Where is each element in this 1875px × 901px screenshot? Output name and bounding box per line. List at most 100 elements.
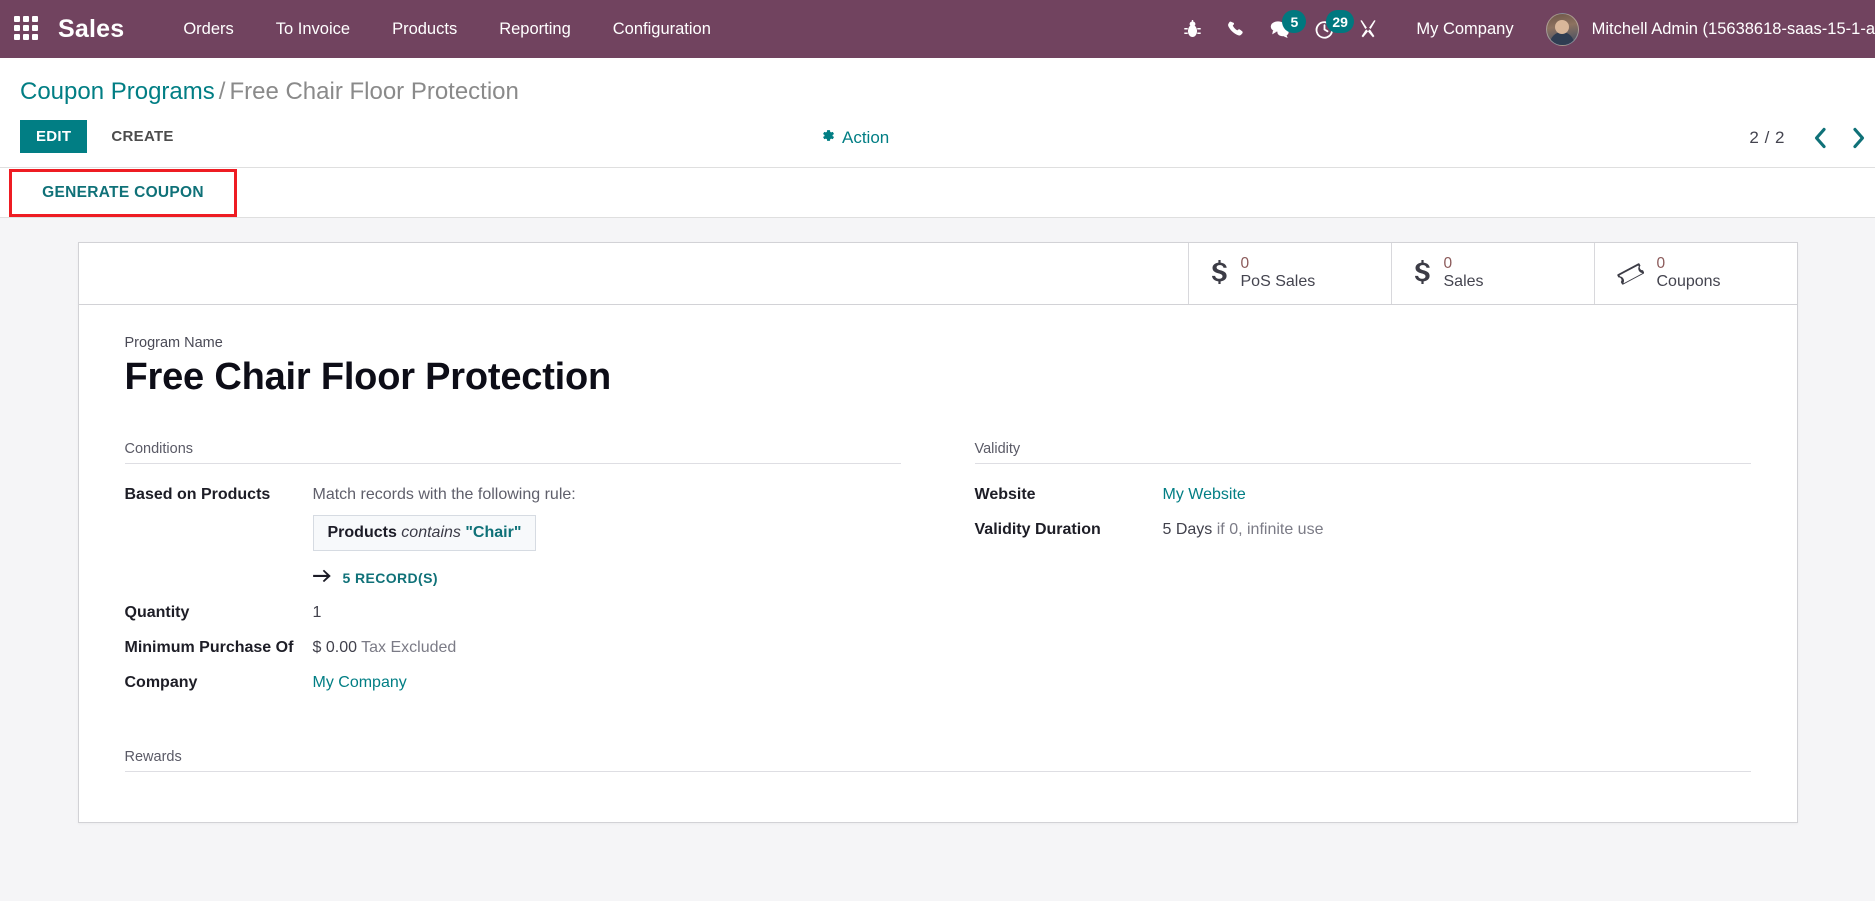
group-rewards: Rewards xyxy=(124,749,1751,773)
field-row-website: Website My Website xyxy=(975,480,1751,515)
systray: 5 29 My Company Mitchell Admin (15638618… xyxy=(1170,0,1875,58)
record-pager: 2 / 2 xyxy=(1749,121,1875,155)
website-label: Website xyxy=(974,486,1036,504)
validity-title: Validity xyxy=(974,441,1751,465)
menu-item-reporting[interactable]: Reporting xyxy=(478,0,592,58)
domain-operator: contains xyxy=(401,524,461,542)
domain-records-link[interactable]: 5 RECORD(S) xyxy=(312,569,901,587)
domain-rule-node[interactable]: Products contains "Chair" xyxy=(312,515,537,552)
avatar xyxy=(1545,12,1579,46)
minimum-purchase-label: Minimum Purchase Of xyxy=(124,639,294,657)
rewards-title: Rewards xyxy=(124,749,1751,773)
quantity-value[interactable]: 1 xyxy=(313,598,901,633)
breadcrumb: Coupon Programs / Free Chair Floor Protect… xyxy=(20,76,1855,108)
program-name-value[interactable]: Free Chair Floor Protection xyxy=(125,356,1751,399)
field-row-minimum-purchase: Minimum Purchase Of $ 0.00 Tax Excluded xyxy=(125,633,901,668)
stat-button-pos-sales[interactable]: 0 PoS Sales xyxy=(1187,243,1391,304)
activities-clock-icon[interactable]: 29 xyxy=(1302,0,1354,58)
form-buttons-row: EDIT CREATE Action 2 / 2 xyxy=(0,108,1875,167)
stat-label: Coupons xyxy=(1656,273,1721,291)
breadcrumb-row: Coupon Programs / Free Chair Floor Protect… xyxy=(0,58,1875,108)
based-on-products-label: Based on Products xyxy=(124,486,271,504)
top-navbar: Sales Orders To Invoice Products Reporti… xyxy=(0,0,1875,58)
validity-duration-value[interactable]: 5 Days if 0, infinite use xyxy=(1163,515,1751,550)
validity-duration-label: Validity Duration xyxy=(974,521,1101,539)
stat-value: 0 xyxy=(1656,254,1666,272)
breadcrumb-separator: / xyxy=(218,78,226,105)
minimum-purchase-value[interactable]: $ 0.00 Tax Excluded xyxy=(313,633,901,668)
bug-icon[interactable] xyxy=(1170,0,1214,58)
edit-button[interactable]: EDIT xyxy=(20,120,88,153)
menu-item-products[interactable]: Products xyxy=(371,0,478,58)
form-groups: Conditions Based on Products Match recor… xyxy=(124,441,1751,703)
based-on-products-value: Match records with the following rule: P… xyxy=(312,480,901,598)
conditions-fields: Based on Products Match records with the… xyxy=(125,480,901,703)
company-label: Company xyxy=(124,674,198,692)
arrow-right-icon xyxy=(312,569,332,587)
messages-icon[interactable]: 5 xyxy=(1258,0,1307,58)
domain-records-count: 5 RECORD(S) xyxy=(342,570,438,587)
minimum-purchase-suffix: Tax Excluded xyxy=(361,639,457,657)
generate-coupon-button[interactable]: GENERATE COUPON xyxy=(12,172,234,214)
group-conditions: Conditions Based on Products Match recor… xyxy=(124,441,901,703)
breadcrumb-current: Free Chair Floor Protection xyxy=(229,78,519,105)
action-menu-label: Action xyxy=(842,127,890,147)
stat-text: 0 Coupons xyxy=(1657,255,1721,292)
stat-label: PoS Sales xyxy=(1240,273,1316,291)
domain-field: Products xyxy=(327,524,397,542)
app-brand-sales[interactable]: Sales xyxy=(58,15,124,44)
ticket-icon xyxy=(1616,260,1644,287)
field-row-company: Company My Company xyxy=(125,668,901,703)
user-menu[interactable]: Mitchell Admin (15638618-saas-15-1-a xyxy=(1532,12,1875,46)
chevron-right-icon[interactable] xyxy=(1841,121,1875,155)
gear-icon xyxy=(820,128,835,148)
menu-item-orders[interactable]: Orders xyxy=(162,0,254,58)
dollar-icon xyxy=(1414,260,1431,287)
control-panel: Coupon Programs / Free Chair Floor Protect… xyxy=(0,58,1875,168)
stat-button-sales[interactable]: 0 Sales xyxy=(1390,243,1594,304)
tools-icon[interactable] xyxy=(1346,0,1390,58)
user-name: Mitchell Admin (15638618-saas-15-1-a xyxy=(1591,19,1875,38)
company-link[interactable]: My Company xyxy=(313,674,407,691)
create-button[interactable]: CREATE xyxy=(95,120,189,153)
phone-icon[interactable] xyxy=(1214,0,1258,58)
record-action-bar: GENERATE COUPON xyxy=(0,168,1875,218)
stat-value: 0 xyxy=(1443,254,1453,272)
menu-item-to-invoice[interactable]: To Invoice xyxy=(255,0,371,58)
website-link[interactable]: My Website xyxy=(1163,486,1246,503)
stat-label: Sales xyxy=(1443,273,1484,291)
field-row-validity-duration: Validity Duration 5 Days if 0, infinite … xyxy=(975,515,1751,550)
domain-intro: Match records with the following rule: xyxy=(312,486,576,504)
dollar-icon xyxy=(1211,260,1228,287)
stat-text: 0 PoS Sales xyxy=(1241,255,1316,292)
main-menu: Orders To Invoice Products Reporting Con… xyxy=(162,0,732,58)
website-value: My Website xyxy=(1163,480,1751,515)
stat-value: 0 xyxy=(1240,254,1250,272)
stat-text: 0 Sales xyxy=(1444,255,1484,292)
quantity-label: Quantity xyxy=(124,604,190,622)
chevron-left-icon[interactable] xyxy=(1803,121,1837,155)
group-validity: Validity Website My Website Validity Dur… xyxy=(974,441,1751,703)
stat-button-box: 0 PoS Sales 0 Sales 0 Coupons xyxy=(78,243,1797,305)
validity-fields: Website My Website Validity Duration 5 D… xyxy=(975,480,1751,550)
form-sheet: 0 PoS Sales 0 Sales 0 Coupons Program Na… xyxy=(77,242,1798,824)
field-row-quantity: Quantity 1 xyxy=(125,598,901,633)
minimum-purchase-amount: $ 0.00 xyxy=(312,639,357,657)
validity-duration-amount: 5 Days xyxy=(1162,521,1213,539)
form-body: Program Name Free Chair Floor Protection… xyxy=(79,305,1797,822)
field-row-based-on-products: Based on Products Match records with the… xyxy=(125,480,901,598)
generate-coupon-highlight: GENERATE COUPON xyxy=(9,168,237,217)
apps-grid-icon[interactable] xyxy=(14,16,40,42)
company-value: My Company xyxy=(313,668,901,703)
program-name-label: Program Name xyxy=(124,335,223,351)
stat-button-coupons[interactable]: 0 Coupons xyxy=(1593,243,1797,304)
action-menu-button[interactable]: Action xyxy=(820,128,889,148)
breadcrumb-item-coupon-programs[interactable]: Coupon Programs xyxy=(20,78,215,105)
company-switcher[interactable]: My Company xyxy=(1390,20,1531,39)
conditions-title: Conditions xyxy=(124,441,901,465)
validity-duration-hint: if 0, infinite use xyxy=(1216,521,1324,539)
form-content-area: 0 PoS Sales 0 Sales 0 Coupons Program Na… xyxy=(0,218,1875,901)
domain-value: "Chair" xyxy=(465,524,522,542)
pager-value[interactable]: 2 / 2 xyxy=(1749,128,1799,148)
menu-item-configuration[interactable]: Configuration xyxy=(592,0,732,58)
